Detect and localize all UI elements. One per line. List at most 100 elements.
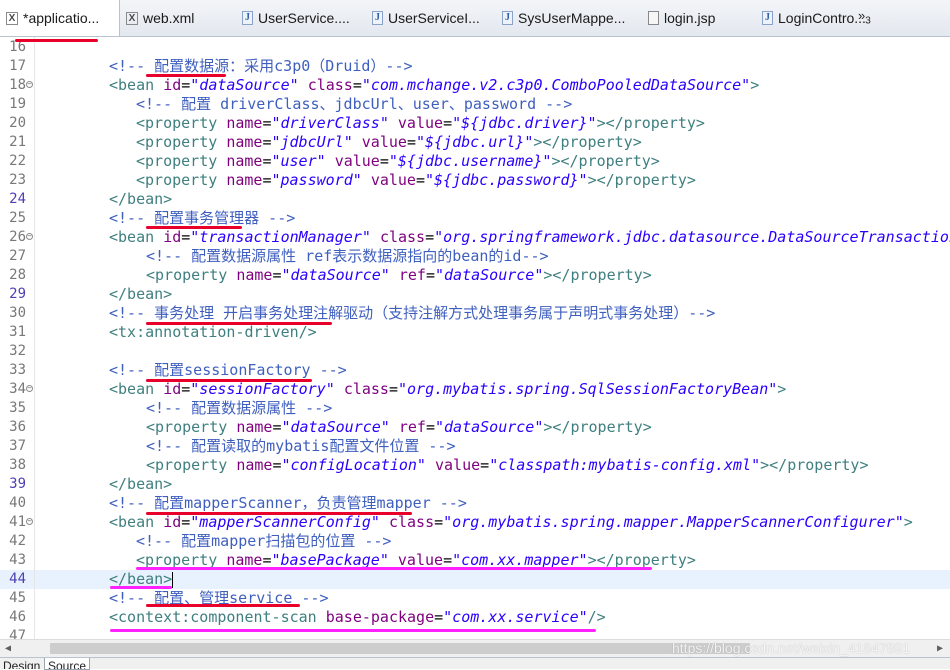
code-token: = [434, 608, 444, 626]
code-text: <!-- 配置读取的mybatis配置文件位置 --> [146, 437, 456, 456]
java-file-icon: J [502, 11, 513, 25]
line-number: 23 [9, 172, 26, 188]
code-line[interactable]: 24 </bean> [0, 190, 950, 209]
editor-tab[interactable]: Xweb.xml [120, 0, 236, 36]
code-text: <property name="driverClass" value="${jd… [136, 114, 705, 133]
code-line[interactable]: 19 <!-- 配置 driverClass、jdbcUrl、user、passw… [0, 95, 950, 114]
java-file-icon: J [372, 11, 383, 25]
tab-source[interactable]: Source [44, 658, 91, 670]
code-token: name [236, 418, 273, 436]
code-token: = [480, 456, 490, 474]
code-text: <bean id="sessionFactory" class="org.myb… [109, 380, 786, 399]
code-editor[interactable]: 16 17 <!-- 配置数据源：采用c3p0（Druid）--> 18− <bean … [0, 37, 950, 639]
code-token: ></property> [543, 266, 652, 284]
text-caret [172, 571, 174, 588]
line-number: 45 [9, 590, 26, 606]
line-number: 29 [9, 286, 26, 302]
code-line[interactable]: 20 <property name="driverClass" value="${… [0, 114, 950, 133]
code-line[interactable]: 32 [0, 342, 950, 361]
code-line[interactable]: 36 <property name="dataSource" ref="dataS… [0, 418, 950, 437]
code-token: <!-- 配置数据源属性 ref表示数据源指向的bean的id--> [146, 247, 549, 265]
code-line[interactable]: 27 <!-- 配置数据源属性 ref表示数据源指向的bean的id--> [0, 247, 950, 266]
code-line[interactable]: 25 <!-- 配置事务管理器 --> [0, 209, 950, 228]
code-token: name [226, 133, 263, 151]
code-text: <!-- 事务处理 开启事务处理注解驱动（支持注解方式处理事务属于声明式事务处理… [109, 304, 715, 323]
code-line[interactable]: 23 <property name="password" value="${jdb… [0, 171, 950, 190]
fold-toggle-icon[interactable]: − [26, 518, 33, 525]
code-token: name [236, 456, 273, 474]
code-line[interactable]: 29 </bean> [0, 285, 950, 304]
editor-tab[interactable]: X *applicatio... [0, 0, 120, 36]
scroll-left-icon[interactable]: ◀ [0, 641, 16, 657]
code-token: "${jdbc.password}" [425, 171, 588, 189]
code-line[interactable]: 37 <!-- 配置读取的mybatis配置文件位置 --> [0, 437, 950, 456]
scroll-right-icon[interactable]: ▶ [932, 641, 948, 657]
code-line[interactable]: 45 <!-- 配置、管理service --> [0, 589, 950, 608]
code-token: <bean [109, 76, 164, 94]
line-number: 47 [9, 628, 26, 639]
code-line[interactable]: 40 <!-- 配置mapperScanner，负责管理mapper --> [0, 494, 950, 513]
code-token: <!-- 配置数据源：采用c3p0（Druid）--> [109, 57, 413, 75]
fold-toggle-icon[interactable]: − [26, 233, 33, 240]
code-line[interactable]: 17 <!-- 配置数据源：采用c3p0（Druid）--> [0, 57, 950, 76]
tab-label: UserService.... [258, 10, 350, 26]
code-line[interactable]: 46 <context:component-scan base-package="… [0, 608, 950, 627]
code-line[interactable]: 30 <!-- 事务处理 开启事务处理注解驱动（支持注解方式处理事务属于声明式事务… [0, 304, 950, 323]
code-line[interactable]: 26− <bean id="transactionManager" class="… [0, 228, 950, 247]
tab-label: SysUserMappe... [518, 10, 626, 26]
code-line[interactable]: 33 <!-- 配置sessionFactory --> [0, 361, 950, 380]
line-number: 38 [9, 457, 26, 473]
code-line[interactable]: 28 <property name="dataSource" ref="dataS… [0, 266, 950, 285]
code-token: <!-- 配置读取的mybatis配置文件位置 --> [146, 437, 456, 455]
code-token: <!-- 配置事务管理器 --> [109, 209, 296, 227]
code-text: </bean> [109, 285, 172, 304]
code-token: <!-- 配置 driverClass、jdbcUrl、user、passwor… [136, 95, 573, 113]
line-number: 30 [9, 305, 26, 321]
line-number: 25 [9, 210, 26, 226]
code-text: <bean id="dataSource" class="com.mchange… [109, 76, 759, 95]
editor-tab[interactable]: J UserServiceI... [366, 0, 496, 36]
code-line[interactable]: 21 <property name="jdbcUrl" value="${jdbc… [0, 133, 950, 152]
tab-overflow-button[interactable]: »3 [858, 8, 871, 27]
editor-tab[interactable]: J SysUserMappe... [496, 0, 642, 36]
code-line[interactable]: 35 <!-- 配置数据源属性 --> [0, 399, 950, 418]
tab-design[interactable]: Design [0, 658, 43, 669]
code-token: = [379, 152, 389, 170]
line-number: 46 [9, 609, 26, 625]
annotation-underline-line40 [146, 512, 412, 515]
code-token: "org.mybatis.spring.mapper.MapperScanner… [443, 513, 904, 531]
editor-tab[interactable]: login.jsp [642, 0, 756, 36]
code-token: <property [136, 133, 227, 151]
fold-toggle-icon[interactable]: − [26, 385, 33, 392]
code-line[interactable]: 42 <!-- 配置mapper扫描包的位置 --> [0, 532, 950, 551]
code-token: <bean [109, 228, 164, 246]
code-line[interactable]: 38 <property name="configLocation" value=… [0, 456, 950, 475]
fold-toggle-icon[interactable]: − [26, 81, 33, 88]
scrollbar-thumb[interactable] [50, 643, 750, 654]
code-line[interactable]: 18− <bean id="dataSource" class="com.mcha… [0, 76, 950, 95]
line-number: 39 [9, 476, 26, 492]
code-line[interactable]: 34− <bean id="sessionFactory" class="org.… [0, 380, 950, 399]
editor-tab[interactable]: J UserService.... [236, 0, 366, 36]
bottom-tab-bar: Design Source [0, 657, 950, 670]
code-token: = [181, 228, 191, 246]
code-text: <tx:annotation-driven/> [109, 323, 317, 342]
code-text: <!-- 配置sessionFactory --> [109, 361, 347, 380]
code-line[interactable]: 41− <bean id="mapperScannerConfig" class=… [0, 513, 950, 532]
code-line[interactable]: 16 [0, 38, 950, 57]
line-number: 41 [9, 514, 26, 530]
code-line[interactable]: 39 </bean> [0, 475, 950, 494]
code-token: "sessionFactory" [190, 380, 335, 398]
code-text: <property name="user" value="${jdbc.user… [136, 152, 660, 171]
code-token: </bean> [109, 285, 173, 303]
editor-tab-bar: X *applicatio... Xweb.xml J UserService.... J… [0, 0, 950, 37]
code-token: <bean [109, 380, 164, 398]
annotation-underline-line25 [146, 226, 242, 229]
code-line[interactable]: 31 <tx:annotation-driven/> [0, 323, 950, 342]
code-line[interactable]: 22 <property name="user" value="${jdbc.us… [0, 152, 950, 171]
code-token: <property [136, 171, 227, 189]
